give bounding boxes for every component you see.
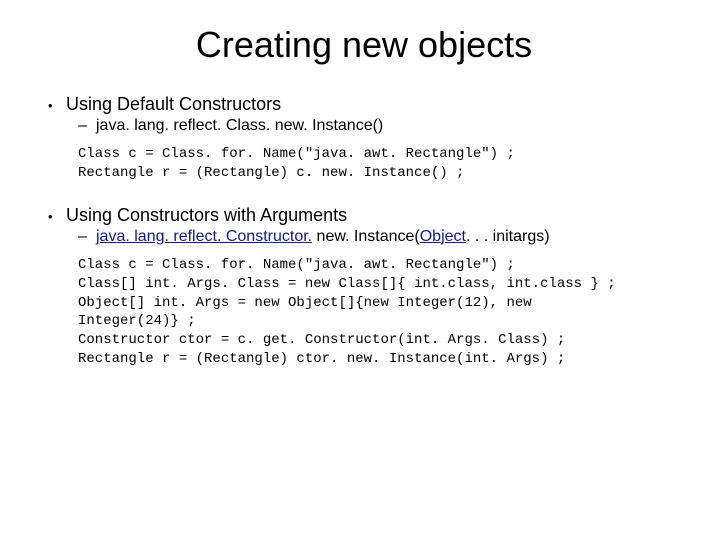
slide: Creating new objects • Using Default Con… bbox=[0, 0, 720, 540]
bullet-text: Using Default Constructors bbox=[66, 94, 281, 115]
slide-title: Creating new objects bbox=[48, 24, 680, 66]
section-constructors-with-args: • Using Constructors with Arguments – ja… bbox=[48, 205, 680, 369]
bullet-level-2: – java. lang. reflect. Class. new. Insta… bbox=[78, 117, 680, 135]
link-constructor[interactable]: java. lang. reflect. Constructor. bbox=[96, 228, 312, 245]
bullet-text: Using Constructors with Arguments bbox=[66, 205, 347, 226]
bullet-dot-icon: • bbox=[48, 208, 66, 226]
bullet-level-2: – java. lang. reflect. Constructor. new.… bbox=[78, 228, 680, 246]
text-between: new. Instance( bbox=[312, 228, 420, 245]
code-block: Class c = Class. for. Name("java. awt. R… bbox=[78, 145, 680, 183]
link-object[interactable]: Object bbox=[420, 228, 466, 245]
bullet-dash-icon: – bbox=[78, 228, 96, 246]
sub-bullet-text: java. lang. reflect. Class. new. Instanc… bbox=[96, 117, 383, 135]
bullet-level-1: • Using Default Constructors bbox=[48, 94, 680, 115]
bullet-dot-icon: • bbox=[48, 97, 66, 115]
bullet-level-1: • Using Constructors with Arguments bbox=[48, 205, 680, 226]
text-after: . . . initargs) bbox=[466, 228, 550, 245]
code-block: Class c = Class. for. Name("java. awt. R… bbox=[78, 256, 680, 369]
sub-bullet-text: java. lang. reflect. Constructor. new. I… bbox=[96, 228, 550, 246]
section-default-constructors: • Using Default Constructors – java. lan… bbox=[48, 94, 680, 183]
bullet-dash-icon: – bbox=[78, 117, 96, 135]
